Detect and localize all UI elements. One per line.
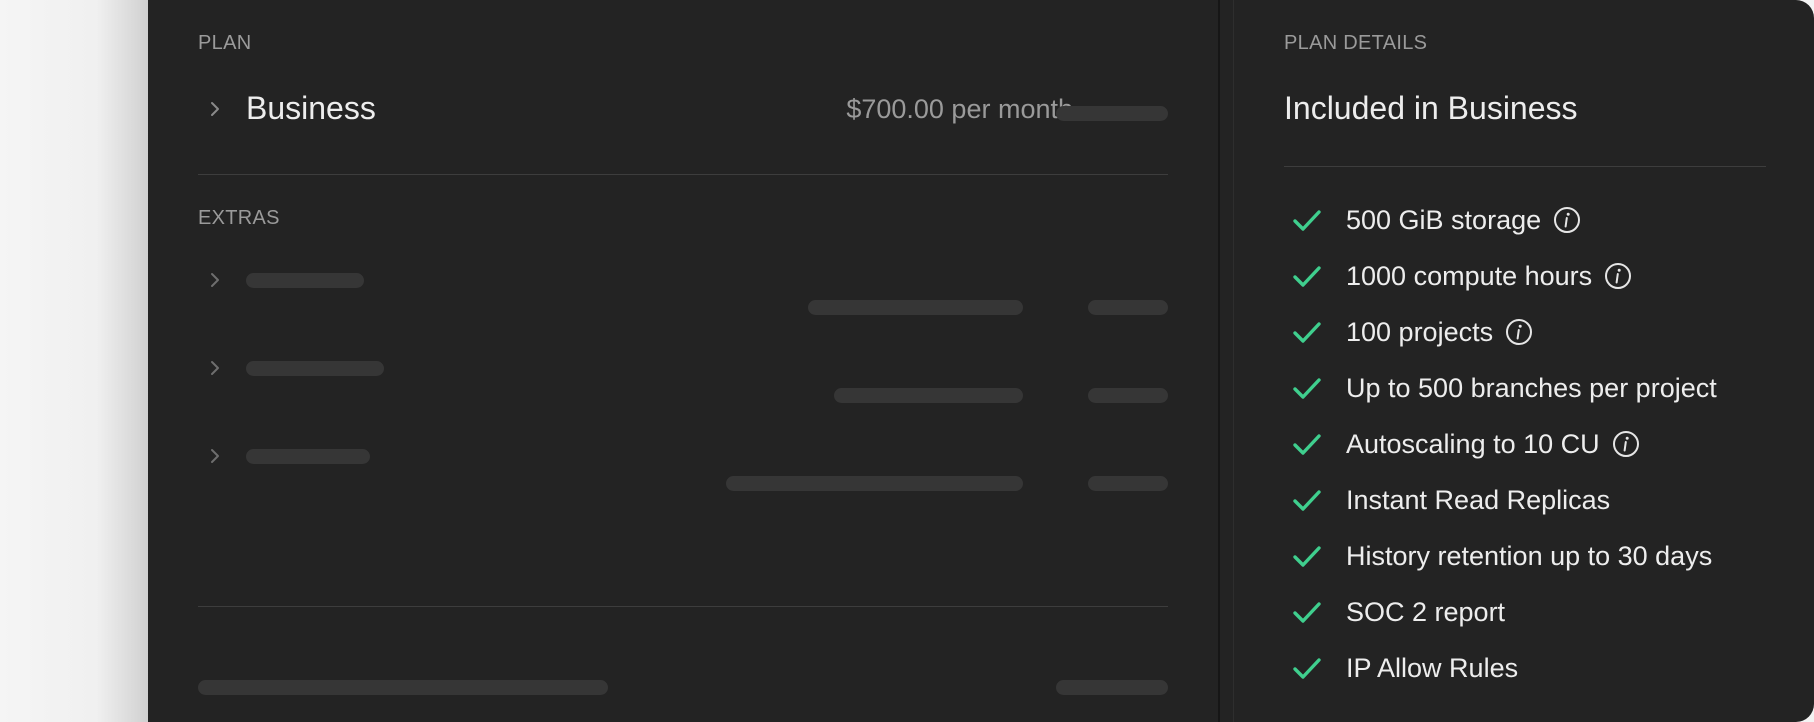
check-icon xyxy=(1288,481,1326,519)
feature-item: IP Allow Rules xyxy=(1288,640,1717,696)
check-icon xyxy=(1288,201,1326,239)
feature-text: Up to 500 branches per project xyxy=(1346,372,1717,403)
feature-item: 1000 compute hours xyxy=(1288,248,1717,304)
plan-details-title: Included in Business xyxy=(1284,90,1578,126)
feature-text: 500 GiB storage xyxy=(1346,204,1542,235)
feature-list: 500 GiB storage 1000 compute hours 100 pro… xyxy=(1288,192,1717,696)
feature-item: SOC 2 report xyxy=(1288,584,1717,640)
extra-name-skeleton xyxy=(246,449,370,464)
info-icon[interactable] xyxy=(1505,318,1533,346)
feature-item: 500 GiB storage xyxy=(1288,192,1717,248)
feature-text: 1000 compute hours xyxy=(1346,260,1593,291)
feature-text: 100 projects xyxy=(1346,316,1494,347)
info-icon[interactable] xyxy=(1553,206,1581,234)
plan-section-label: PLAN xyxy=(198,32,252,54)
feature-item: 100 projects xyxy=(1288,304,1717,360)
plan-divider xyxy=(198,174,1168,175)
chevron-right-icon[interactable] xyxy=(204,98,226,120)
feature-item: History retention up to 30 days xyxy=(1288,528,1717,584)
check-icon xyxy=(1288,257,1326,295)
backdrop-shadow xyxy=(0,0,148,722)
extra-price-skeleton xyxy=(834,388,1023,403)
check-icon xyxy=(1288,537,1326,575)
info-icon[interactable] xyxy=(1612,430,1640,458)
panel-divider-edge xyxy=(1233,0,1234,722)
chevron-right-icon[interactable] xyxy=(204,357,226,379)
chevron-right-icon[interactable] xyxy=(204,445,226,467)
check-icon xyxy=(1288,593,1326,631)
plan-price: $700.00 per month xyxy=(846,94,1073,124)
feature-item: Autoscaling to 10 CU xyxy=(1288,416,1717,472)
feature-item: Up to 500 branches per project xyxy=(1288,360,1717,416)
plan-summary-panel: PLAN Business $700.00 per month EXTRAS xyxy=(148,0,1218,722)
extra-price-skeleton xyxy=(808,300,1023,315)
extra-action-skeleton xyxy=(1088,476,1168,491)
extras-divider xyxy=(198,606,1168,607)
extras-section-label: EXTRAS xyxy=(198,207,280,229)
plan-action-skeleton xyxy=(1056,106,1168,121)
feature-text: IP Allow Rules xyxy=(1346,652,1519,683)
check-icon xyxy=(1288,425,1326,463)
panel-divider xyxy=(1218,0,1220,722)
check-icon xyxy=(1288,649,1326,687)
extra-action-skeleton xyxy=(1088,300,1168,315)
plan-details-label: PLAN DETAILS xyxy=(1284,32,1428,54)
feature-text: Instant Read Replicas xyxy=(1346,484,1611,515)
check-icon xyxy=(1288,369,1326,407)
total-value-skeleton xyxy=(1056,680,1168,695)
extra-price-skeleton xyxy=(726,476,1023,491)
chevron-right-icon[interactable] xyxy=(204,269,226,291)
extra-name-skeleton xyxy=(246,361,384,376)
details-divider xyxy=(1284,166,1766,167)
extra-action-skeleton xyxy=(1088,388,1168,403)
check-icon xyxy=(1288,313,1326,351)
feature-text: History retention up to 30 days xyxy=(1346,540,1713,571)
total-label-skeleton xyxy=(198,680,608,695)
feature-text: Autoscaling to 10 CU xyxy=(1346,428,1600,459)
plan-name[interactable]: Business xyxy=(246,90,376,127)
info-icon[interactable] xyxy=(1604,262,1632,290)
feature-item: Instant Read Replicas xyxy=(1288,472,1717,528)
extra-name-skeleton xyxy=(246,273,364,288)
page-background: PLAN Business $700.00 per month EXTRAS P… xyxy=(0,0,1814,722)
feature-text: SOC 2 report xyxy=(1346,596,1506,627)
